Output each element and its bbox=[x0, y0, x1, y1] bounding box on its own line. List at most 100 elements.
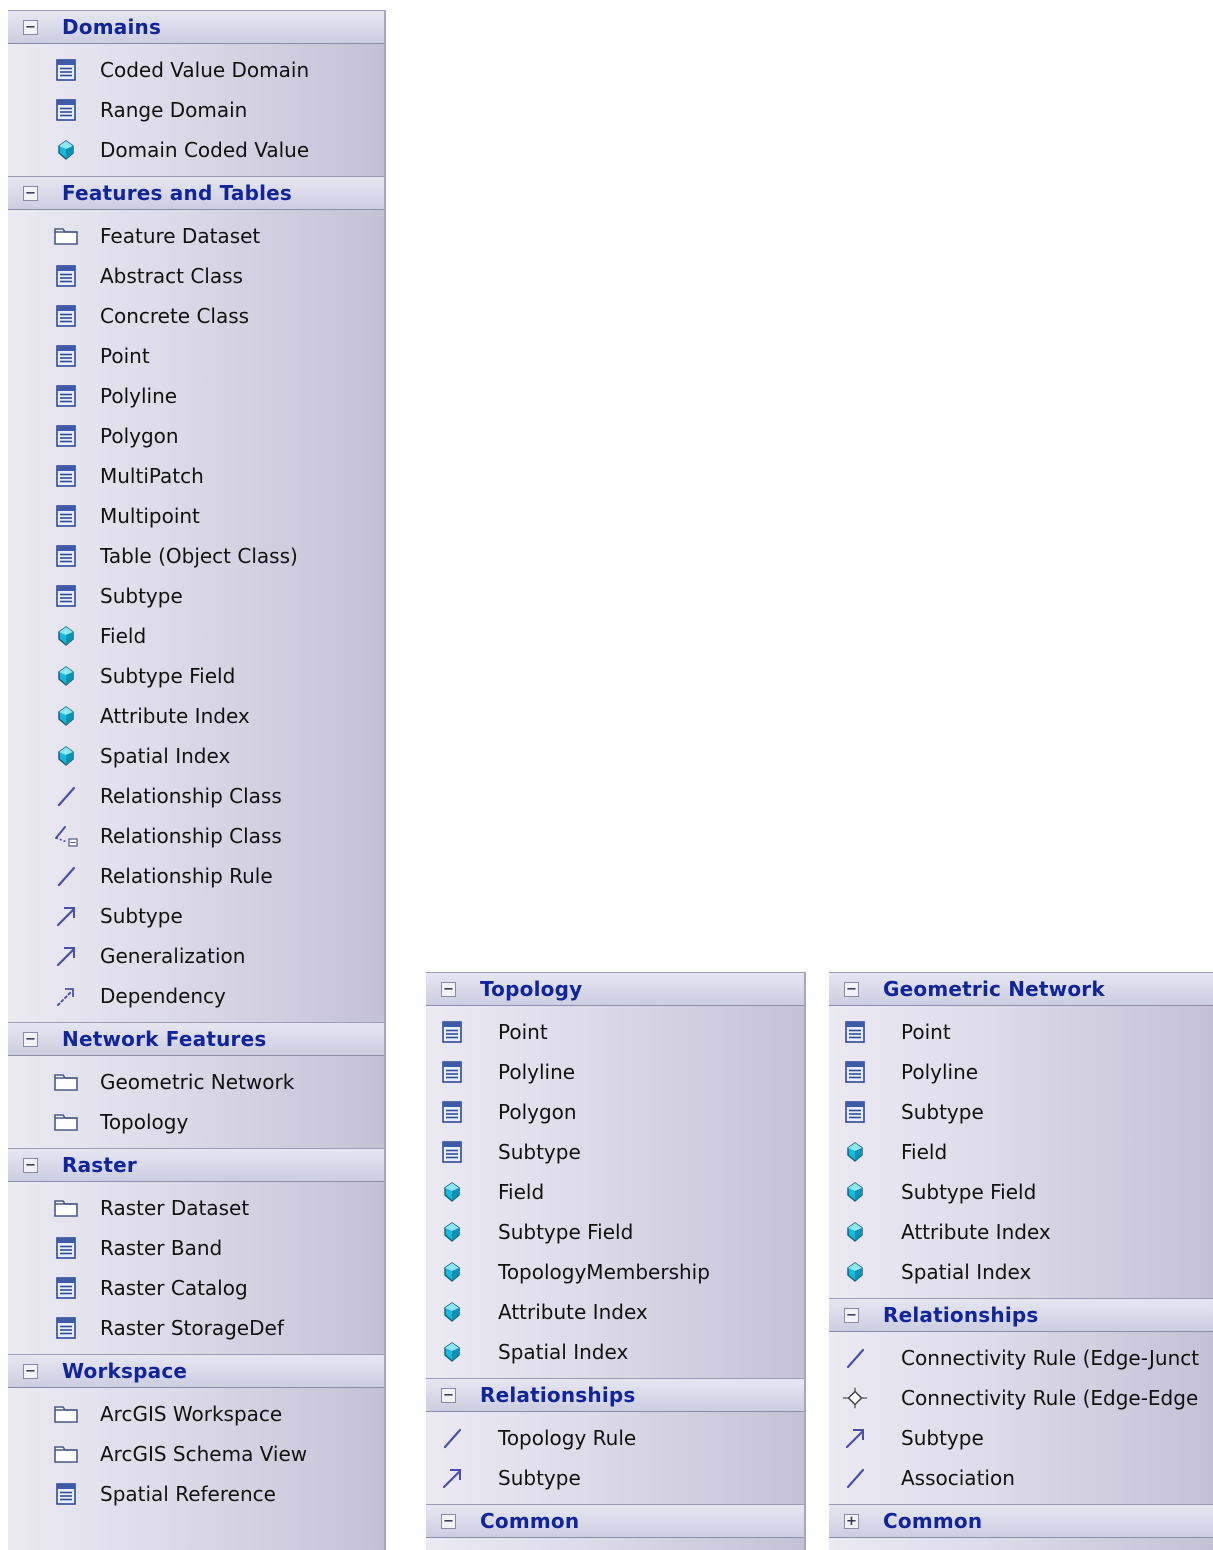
toolbox-item[interactable]: Topology Rule bbox=[426, 1418, 804, 1458]
toolbox-item[interactable]: Spatial Index bbox=[829, 1252, 1213, 1292]
toolbox-item[interactable]: Table (Object Class) bbox=[8, 536, 384, 576]
toolbox-item[interactable]: Subtype bbox=[829, 1092, 1213, 1132]
toolbox-item[interactable]: Point bbox=[829, 1012, 1213, 1052]
section-header-relationships[interactable]: − Relationships bbox=[829, 1298, 1213, 1332]
class-icon bbox=[53, 463, 79, 489]
toolbox-item[interactable]: Subtype Field bbox=[8, 656, 384, 696]
section-header-common[interactable]: − Common bbox=[426, 1504, 804, 1538]
toolbox-item[interactable]: Point bbox=[426, 1012, 804, 1052]
toolbox-item[interactable]: Spatial Index bbox=[426, 1332, 804, 1372]
toolbox-item[interactable]: Multipoint bbox=[8, 496, 384, 536]
toolbox-item[interactable]: Polygon bbox=[426, 1092, 804, 1132]
field-icon bbox=[53, 703, 79, 729]
section-header-topology[interactable]: − Topology bbox=[426, 972, 804, 1006]
toolbox-item[interactable]: Raster Band bbox=[8, 1228, 384, 1268]
toolbox-item[interactable]: Polyline bbox=[426, 1052, 804, 1092]
item-label: Attribute Index bbox=[901, 1220, 1051, 1244]
package-icon bbox=[53, 1109, 79, 1135]
toolbox-item[interactable]: Domain Coded Value bbox=[8, 130, 384, 170]
toolbox-item[interactable]: Coded Value Domain bbox=[8, 50, 384, 90]
toolbox-item[interactable]: Feature Dataset bbox=[8, 216, 384, 256]
collapse-toggle-icon[interactable]: − bbox=[441, 1513, 456, 1529]
toolbox-item[interactable]: Abstract Class bbox=[8, 256, 384, 296]
item-label: Spatial Index bbox=[100, 744, 231, 768]
toolbox-item[interactable]: Field bbox=[426, 1172, 804, 1212]
section-header-geometric-network[interactable]: − Geometric Network bbox=[829, 972, 1213, 1006]
toolbox-item[interactable]: Raster Dataset bbox=[8, 1188, 384, 1228]
toolbox-item[interactable]: Range Domain bbox=[8, 90, 384, 130]
toolbox-item[interactable]: Geometric Network bbox=[8, 1062, 384, 1102]
toolbox-panel-main: − Domains Coded Value Domain Range Domai… bbox=[8, 10, 386, 1550]
item-label: Point bbox=[100, 344, 150, 368]
toolbox-item[interactable]: Relationship Class bbox=[8, 776, 384, 816]
section-header-domains[interactable]: − Domains bbox=[8, 10, 384, 44]
item-label: Field bbox=[100, 624, 147, 648]
association-icon bbox=[842, 1345, 868, 1371]
field-icon bbox=[842, 1179, 868, 1205]
section-title: Common bbox=[480, 1509, 580, 1533]
item-label: Multipoint bbox=[100, 504, 200, 528]
section-header-features-and-tables[interactable]: − Features and Tables bbox=[8, 176, 384, 210]
collapse-toggle-icon[interactable]: − bbox=[23, 1363, 38, 1379]
collapse-toggle-icon[interactable]: − bbox=[23, 19, 38, 35]
item-label: Geometric Network bbox=[100, 1070, 295, 1094]
class-icon bbox=[53, 57, 79, 83]
association-icon bbox=[439, 1425, 465, 1451]
toolbox-item[interactable]: Connectivity Rule (Edge-Edge bbox=[829, 1378, 1213, 1418]
toolbox-item[interactable]: Dependency bbox=[8, 976, 384, 1016]
toolbox-item[interactable]: Raster Catalog bbox=[8, 1268, 384, 1308]
toolbox-item[interactable]: Attribute Index bbox=[426, 1292, 804, 1332]
toolbox-item[interactable]: Subtype bbox=[8, 896, 384, 936]
toolbox-item[interactable]: Polygon bbox=[8, 416, 384, 456]
toolbox-item[interactable]: Spatial Index bbox=[8, 736, 384, 776]
field-icon bbox=[439, 1339, 465, 1365]
field-icon bbox=[439, 1179, 465, 1205]
section-items: Raster Dataset Raster Band Raster Catalo… bbox=[8, 1182, 384, 1354]
toolbox-item[interactable]: Field bbox=[829, 1132, 1213, 1172]
toolbox-item[interactable]: Subtype Field bbox=[829, 1172, 1213, 1212]
toolbox-item[interactable]: Spatial Reference bbox=[8, 1474, 384, 1514]
toolbox-item[interactable]: Connectivity Rule (Edge-Junct bbox=[829, 1338, 1213, 1378]
section-header-workspace[interactable]: − Workspace bbox=[8, 1354, 384, 1388]
expand-toggle-icon[interactable]: + bbox=[844, 1513, 859, 1529]
toolbox-item[interactable]: MultiPatch bbox=[8, 456, 384, 496]
toolbox-item[interactable]: Raster StorageDef bbox=[8, 1308, 384, 1348]
toolbox-item[interactable]: Relationship Rule bbox=[8, 856, 384, 896]
toolbox-item[interactable]: Subtype bbox=[426, 1458, 804, 1498]
toolbox-item[interactable]: ArcGIS Workspace bbox=[8, 1394, 384, 1434]
section-items: Point Polyline Subtype Field Subtype Fie… bbox=[829, 1006, 1213, 1298]
toolbox-item[interactable]: Subtype bbox=[829, 1418, 1213, 1458]
class-icon bbox=[53, 303, 79, 329]
toolbox-item[interactable]: Polyline bbox=[8, 376, 384, 416]
toolbox-item[interactable]: Field bbox=[8, 616, 384, 656]
section-title: Relationships bbox=[480, 1383, 636, 1407]
toolbox-item[interactable]: Relationship Class bbox=[8, 816, 384, 856]
item-label: TopologyMembership bbox=[498, 1260, 710, 1284]
toolbox-item[interactable]: Attribute Index bbox=[829, 1212, 1213, 1252]
collapse-toggle-icon[interactable]: − bbox=[844, 981, 859, 997]
collapse-toggle-icon[interactable]: − bbox=[23, 185, 38, 201]
toolbox-item[interactable]: Subtype bbox=[426, 1132, 804, 1172]
collapse-toggle-icon[interactable]: − bbox=[23, 1031, 38, 1047]
toolbox-item[interactable]: Association bbox=[829, 1458, 1213, 1498]
field-icon bbox=[842, 1219, 868, 1245]
toolbox-item[interactable]: Generalization bbox=[8, 936, 384, 976]
toolbox-item[interactable]: Attribute Index bbox=[8, 696, 384, 736]
collapse-toggle-icon[interactable]: − bbox=[23, 1157, 38, 1173]
item-label: Table (Object Class) bbox=[100, 544, 298, 568]
toolbox-item[interactable]: Polyline bbox=[829, 1052, 1213, 1092]
collapse-toggle-icon[interactable]: − bbox=[441, 1387, 456, 1403]
collapse-toggle-icon[interactable]: − bbox=[441, 981, 456, 997]
section-header-common[interactable]: + Common bbox=[829, 1504, 1213, 1538]
section-header-network-features[interactable]: − Network Features bbox=[8, 1022, 384, 1056]
toolbox-item[interactable]: ArcGIS Schema View bbox=[8, 1434, 384, 1474]
toolbox-item[interactable]: Point bbox=[8, 336, 384, 376]
toolbox-item[interactable]: Subtype bbox=[8, 576, 384, 616]
collapse-toggle-icon[interactable]: − bbox=[844, 1307, 859, 1323]
toolbox-item[interactable]: Topology bbox=[8, 1102, 384, 1142]
section-header-raster[interactable]: − Raster bbox=[8, 1148, 384, 1182]
toolbox-item[interactable]: Concrete Class bbox=[8, 296, 384, 336]
section-header-relationships[interactable]: − Relationships bbox=[426, 1378, 804, 1412]
toolbox-item[interactable]: Subtype Field bbox=[426, 1212, 804, 1252]
toolbox-item[interactable]: TopologyMembership bbox=[426, 1252, 804, 1292]
